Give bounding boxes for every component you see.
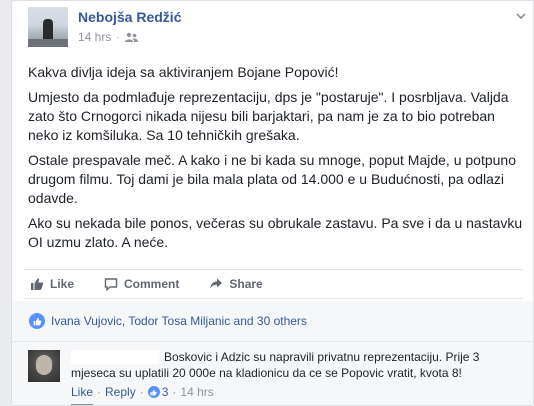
author-name[interactable]: Nebojša Redžić: [78, 9, 181, 25]
thumbs-up-icon: [31, 278, 44, 290]
like-button-label: Like: [50, 277, 75, 291]
post-meta: 14 hrs ·: [78, 30, 138, 44]
comment-like-count[interactable]: 3: [147, 385, 169, 399]
post-body: Kakva divlja ideja sa aktiviranjem Bojan…: [28, 63, 523, 258]
post-timestamp[interactable]: 14 hrs: [78, 30, 111, 44]
comment-timestamp[interactable]: 14 hrs: [180, 385, 213, 399]
avatar-face: [36, 355, 52, 375]
thumbs-up-icon: [147, 386, 160, 398]
post-paragraph: Ostale prespavale meč. A kako i ne bi ka…: [28, 152, 516, 206]
meta-separator: ·: [116, 31, 120, 43]
post-actions-bar: Like Comment Share: [24, 269, 523, 299]
comment-actions: Like · Reply · 3 · 14 hrs: [71, 385, 214, 399]
post-header: Nebojša Redžić 14 hrs ·: [28, 7, 528, 51]
post-card: Nebojša Redžić 14 hrs · Kakva divlja ide…: [11, 0, 534, 406]
comment-like-link[interactable]: Like: [71, 385, 93, 399]
friends-audience-icon[interactable]: [124, 32, 138, 43]
avatar-figure: [43, 19, 53, 41]
post-paragraph: Ako su nekada bile ponos, večeras su obr…: [28, 215, 523, 250]
post-paragraph: Kakva divlja ideja sa aktiviranjem Bojan…: [28, 64, 339, 80]
comment-button-label: Comment: [124, 277, 180, 291]
like-button[interactable]: Like: [30, 277, 74, 291]
avatar-ground: [28, 39, 68, 47]
separator: ·: [172, 385, 177, 399]
share-button[interactable]: Share: [209, 277, 263, 291]
comments-section: Boskovic i Adzic su napravili privatnu r…: [12, 341, 533, 405]
commenter-avatar[interactable]: [28, 350, 60, 382]
reactions-summary: Ivana Vujovic, Todor Tosa Miljanic and 3…: [12, 301, 533, 341]
like-badge-icon: [29, 313, 45, 329]
share-button-label: Share: [229, 277, 263, 291]
like-count-value: 3: [161, 385, 169, 399]
comment-reply-link[interactable]: Reply: [105, 385, 136, 399]
separator: ·: [139, 385, 144, 399]
comment-button[interactable]: Comment: [104, 277, 179, 291]
author-avatar[interactable]: [28, 7, 68, 47]
share-arrow-icon: [210, 278, 223, 289]
comment-text: Boskovic i Adzic su napravili privatnu r…: [71, 350, 480, 380]
post-paragraph: Umjesto da podmlađuje reprezentaciju, dp…: [28, 89, 509, 143]
comment-icon: [104, 278, 118, 291]
chevron-down-icon[interactable]: [514, 9, 528, 23]
reactions-names-link[interactable]: Ivana Vujovic, Todor Tosa Miljanic and 3…: [51, 314, 307, 328]
separator: ·: [97, 385, 102, 399]
